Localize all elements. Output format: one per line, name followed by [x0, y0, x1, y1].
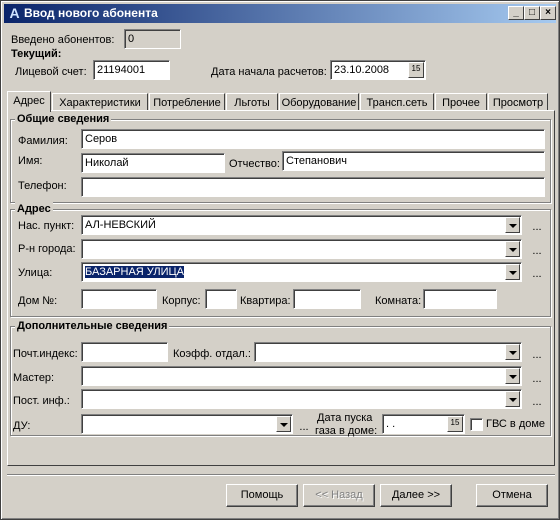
window-title: Ввод нового абонента	[24, 6, 158, 20]
locality-more-button[interactable]: ...	[531, 220, 543, 234]
street-value: БАЗАРНАЯ УЛИЦА	[85, 266, 185, 278]
name-label: Имя:	[18, 155, 43, 167]
du-more-button[interactable]: ...	[298, 420, 310, 434]
surname-value: Серов	[85, 133, 118, 145]
account-field[interactable]: 21194001	[93, 60, 170, 80]
street-combo[interactable]: БАЗАРНАЯ УЛИЦА	[81, 262, 522, 282]
street-label: Улица:	[18, 267, 53, 279]
tab-equipment[interactable]: Оборудование	[279, 93, 359, 111]
gvs-checkbox[interactable]	[470, 418, 483, 431]
locality-value: АЛ-НЕВСКИЙ	[85, 219, 156, 231]
house-label: Дом №:	[18, 295, 58, 307]
calendar-icon[interactable]: 15	[408, 62, 424, 78]
apartment-field[interactable]	[293, 289, 361, 309]
help-button[interactable]: Помощь	[226, 484, 298, 507]
building-label: Корпус:	[162, 295, 201, 307]
chevron-down-icon[interactable]	[505, 391, 520, 407]
post-info-more-button[interactable]: ...	[531, 395, 543, 409]
calendar-icon[interactable]: 15	[447, 416, 463, 432]
tab-consumption[interactable]: Потребление	[149, 93, 225, 111]
name-value: Николай	[85, 157, 129, 169]
maximize-button[interactable]: □	[524, 6, 540, 20]
room-label: Комната:	[375, 295, 422, 307]
tab-address[interactable]: Адрес	[7, 91, 51, 112]
chevron-down-icon[interactable]	[505, 344, 520, 360]
chevron-down-icon[interactable]	[276, 416, 291, 432]
close-button[interactable]: ×	[540, 6, 556, 20]
start-date-label: Дата начала расчетов:	[211, 66, 327, 78]
start-date-field[interactable]: 23.10.2008 15	[330, 60, 426, 80]
master-label: Мастер:	[13, 372, 55, 384]
tab-transport-network[interactable]: Трансп.сеть	[360, 93, 434, 111]
chevron-down-icon[interactable]	[505, 368, 520, 384]
locality-combo[interactable]: АЛ-НЕВСКИЙ	[81, 215, 522, 235]
du-label: ДУ:	[13, 420, 31, 432]
chevron-down-icon[interactable]	[505, 264, 520, 280]
entered-count-value: 0	[128, 33, 135, 45]
app-a-icon: A	[9, 5, 20, 21]
gas-date-value: . .	[386, 418, 396, 430]
phone-label: Телефон:	[18, 180, 67, 192]
apartment-label: Квартира:	[240, 295, 291, 307]
district-label: Р-н города:	[18, 243, 76, 255]
district-combo[interactable]	[81, 239, 522, 259]
tab-benefits[interactable]: Льготы	[226, 93, 278, 111]
post-info-combo[interactable]	[81, 389, 522, 409]
back-button[interactable]: << Назад	[303, 484, 375, 507]
patronymic-value: Степанович	[286, 155, 347, 167]
street-more-button[interactable]: ...	[531, 267, 543, 281]
post-info-label: Пост. инф.:	[13, 395, 70, 407]
chevron-down-icon[interactable]	[505, 241, 520, 257]
address-title: Адрес	[15, 202, 53, 216]
general-info-title: Общие сведения	[15, 112, 112, 126]
patronymic-field[interactable]: Степанович	[282, 151, 545, 171]
gvs-label: ГВС в доме	[486, 418, 546, 430]
start-date-value: 23.10.2008	[334, 64, 390, 76]
surname-field[interactable]: Серов	[81, 129, 545, 149]
coef-label: Коэфф. отдал.:	[173, 348, 251, 360]
next-button[interactable]: Далее >>	[380, 484, 452, 507]
dialog-window: A Ввод нового абонента _ □ × Введено або…	[0, 0, 560, 520]
gas-date-label-line1: Дата пуска	[317, 412, 373, 424]
postcode-label: Почт.индекс:	[13, 348, 78, 360]
room-field[interactable]	[423, 289, 497, 309]
locality-label: Нас. пункт:	[18, 220, 75, 232]
master-more-button[interactable]: ...	[531, 372, 543, 386]
du-combo[interactable]	[81, 414, 293, 434]
name-field[interactable]: Николай	[81, 153, 225, 173]
gas-date-label-line2: газа в доме:	[315, 425, 378, 437]
account-value: 21194001	[97, 64, 146, 76]
gas-date-field[interactable]: . . 15	[382, 414, 465, 434]
minimize-button[interactable]: _	[508, 6, 524, 20]
postcode-field[interactable]	[81, 342, 168, 362]
master-combo[interactable]	[81, 366, 522, 386]
cancel-button[interactable]: Отмена	[476, 484, 548, 507]
entered-count-label: Введено абонентов:	[11, 34, 115, 46]
title-bar[interactable]: A Ввод нового абонента _ □ ×	[4, 4, 556, 23]
footer-separator	[7, 474, 555, 476]
tab-preview[interactable]: Просмотр	[488, 93, 548, 111]
tab-characteristics[interactable]: Характеристики	[52, 93, 148, 111]
phone-field[interactable]	[81, 177, 545, 197]
account-label: Лицевой счет:	[15, 66, 87, 78]
extra-info-title: Дополнительные сведения	[15, 319, 170, 333]
current-section-title: Текущий:	[11, 48, 62, 60]
coef-more-button[interactable]: ...	[531, 348, 543, 362]
surname-label: Фамилия:	[18, 135, 68, 147]
patronymic-label: Отчество:	[229, 158, 280, 170]
entered-count-field: 0	[124, 29, 181, 49]
building-field[interactable]	[205, 289, 237, 309]
district-more-button[interactable]: ...	[531, 244, 543, 258]
coef-combo[interactable]	[254, 342, 522, 362]
house-field[interactable]	[81, 289, 157, 309]
chevron-down-icon[interactable]	[505, 217, 520, 233]
tab-other[interactable]: Прочее	[435, 93, 487, 111]
